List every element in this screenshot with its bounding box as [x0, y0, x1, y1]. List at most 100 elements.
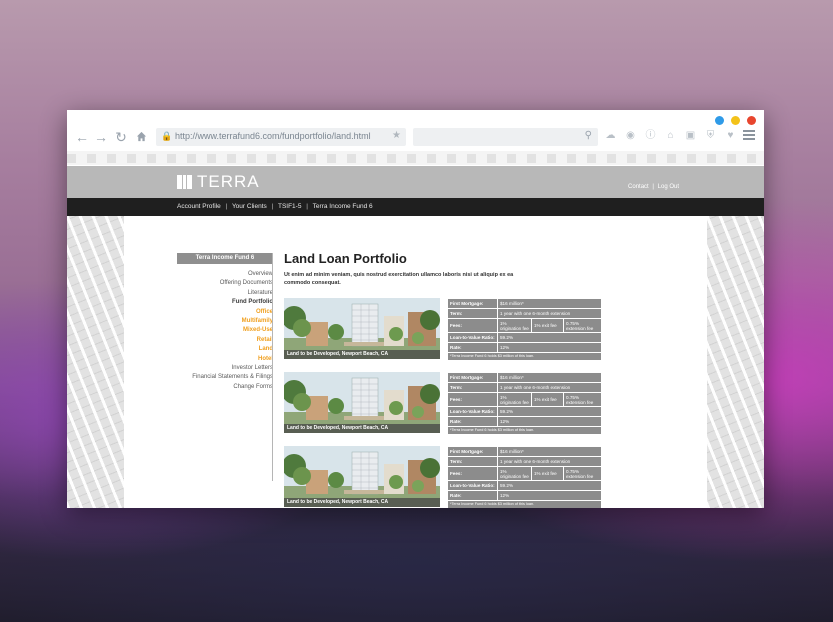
first-mortgage-label: First Mortgage: — [447, 298, 498, 309]
sidebar-item-hotel[interactable]: Hotel — [177, 355, 273, 364]
heart-icon[interactable]: ♥ — [724, 129, 737, 143]
term-label: Term: — [447, 456, 498, 467]
lock-icon: 🔒 — [161, 131, 173, 141]
sidebar-item-financial-statements-filings[interactable]: Financial Statements & Filings — [177, 373, 273, 382]
loan-image[interactable]: Land to be Developed, Newport Beach, CA — [284, 298, 440, 359]
loan-note: *Terra Income Fund 6 holds $3 million of… — [446, 500, 603, 508]
search-icon: ⚲ — [584, 130, 592, 141]
loan-image[interactable]: Land to be Developed, Newport Beach, CA — [284, 372, 440, 433]
nav-separator: | — [306, 203, 308, 210]
site-nav: Account Profile | Your Clients | TSIF1-5… — [67, 198, 764, 216]
browser-window: ← → ↻ 🔒 http://www.terrafund6.com/fundpo… — [67, 110, 764, 508]
sidebar-menu: Overview Offering Documents Literature Fund… — [177, 270, 273, 392]
search-bar[interactable]: ⚲ — [413, 128, 598, 146]
first-mortgage-label: First Mortgage: — [447, 372, 498, 383]
loan-caption: Land to be Developed, Newport Beach, CA — [284, 350, 440, 359]
table-row: Loan-to-Value Ratio: 59.2% — [447, 406, 603, 417]
first-mortgage-label: First Mortgage: — [447, 446, 498, 457]
home-icon[interactable] — [133, 128, 149, 146]
nav-terra-income-fund-6[interactable]: Terra Income Fund 6 — [313, 203, 373, 210]
reload-icon[interactable]: ↻ — [113, 128, 129, 146]
sidebar-item-fund-portfolio[interactable]: Fund Portfolio — [177, 298, 273, 307]
sidebar-item-retail[interactable]: Retail — [177, 336, 273, 345]
close-button[interactable] — [747, 116, 756, 125]
hamburger-menu-icon[interactable] — [743, 130, 755, 142]
logout-link[interactable]: Log Out — [658, 184, 679, 190]
rate-label: Rate: — [447, 416, 498, 427]
table-row: Rate: 12% — [447, 342, 603, 353]
tab-strip — [67, 151, 764, 165]
nav-separator: | — [225, 203, 228, 210]
loan-note: *Terra Income Fund 6 holds $3 million of… — [446, 426, 603, 435]
term-label: Term: — [447, 308, 498, 319]
rate-value: 12% — [496, 342, 603, 353]
fees-label: Fees: — [447, 318, 498, 333]
loan-card: Land to be Developed, Newport Beach, CA F… — [284, 298, 604, 361]
terra-logo[interactable]: TERRA — [177, 172, 260, 191]
sidebar-item-land[interactable]: Land — [177, 345, 273, 354]
sidebar-item-investor-letters[interactable]: Investor Letters — [177, 364, 273, 373]
origination-fee: 1% origination fee — [497, 318, 532, 333]
rate-value: 12% — [496, 490, 603, 501]
camera-icon[interactable]: ◉ — [624, 129, 637, 143]
minimize-button[interactable] — [715, 116, 724, 125]
url-text: http://www.terrafund6.com/fundportfolio/… — [175, 131, 371, 141]
table-row: Rate: 12% — [447, 416, 603, 427]
loan-terms-table: First Mortgage: $16 million* Term: 1 year w… — [446, 446, 603, 508]
ltv-value: 59.2% — [496, 332, 603, 343]
intro-text: Ut enim ad minim veniam, quis nostrud ex… — [284, 272, 514, 286]
decorative-pattern-right — [707, 216, 764, 508]
nav-account-profile[interactable]: Account Profile — [177, 203, 221, 210]
sidebar-item-multifamily[interactable]: Multifamily — [177, 317, 273, 326]
term-label: Term: — [447, 382, 498, 393]
back-arrow-icon[interactable]: ← — [74, 128, 90, 146]
rate-label: Rate: — [447, 342, 498, 353]
loan-caption: Land to be Developed, Newport Beach, CA — [284, 424, 440, 433]
loan-terms-table: First Mortgage: $16 million* Term: 1 year w… — [446, 372, 603, 435]
loan-card: Land to be Developed, Newport Beach, CA F… — [284, 446, 604, 508]
nav-tsif[interactable]: TSIF1-5 — [278, 203, 301, 210]
fees-label: Fees: — [447, 466, 498, 481]
forward-arrow-icon[interactable]: → — [93, 128, 109, 146]
rate-label: Rate: — [447, 490, 498, 501]
briefcase-icon[interactable]: ▣ — [684, 129, 697, 143]
origination-fee: 1% origination fee — [497, 392, 532, 407]
sidebar-item-literature[interactable]: Literature — [177, 289, 273, 298]
sidebar-item-mixed-use[interactable]: Mixed-Use — [177, 326, 273, 335]
term-value: 1 year with one 6-month extension — [496, 308, 603, 319]
exit-fee: 1% exit fee — [531, 392, 564, 407]
table-row: Fees: 1% origination fee 1% exit fee 0.75% … — [447, 392, 603, 407]
home-icon[interactable]: ⌂ — [664, 129, 677, 143]
sidebar-item-offering-documents[interactable]: Offering Documents — [177, 279, 273, 288]
contact-link[interactable]: Contact — [628, 184, 649, 190]
table-row: Term: 1 year with one 6-month extension — [447, 308, 603, 319]
ltv-value: 59.2% — [496, 480, 603, 491]
sidebar-item-change-forms[interactable]: Change Forms — [177, 383, 273, 392]
nav-your-clients[interactable]: Your Clients — [232, 203, 267, 210]
table-row: Loan-to-Value Ratio: 59.2% — [447, 480, 603, 491]
table-row: *Terra Income Fund 6 holds $3 million of… — [446, 500, 603, 508]
sidebar-item-overview[interactable]: Overview — [177, 270, 273, 279]
bookmark-star-icon[interactable]: ★ — [392, 130, 401, 141]
shield-icon[interactable]: ⛨ — [704, 129, 717, 143]
ltv-value: 59.2% — [496, 406, 603, 417]
logo-text: TERRA — [197, 172, 260, 191]
cloud-icon[interactable]: ☁ — [604, 129, 617, 143]
page-title: Land Loan Portfolio — [284, 251, 407, 266]
sidebar: Terra Income Fund 6 Overview Offering Doc… — [177, 253, 273, 392]
exit-fee: 1% exit fee — [531, 466, 564, 481]
table-row: First Mortgage: $16 million* — [447, 446, 603, 457]
content-area: Terra Income Fund 6 Overview Offering Doc… — [124, 216, 707, 508]
address-bar[interactable]: 🔒 http://www.terrafund6.com/fundportfoli… — [156, 128, 406, 146]
first-mortgage-value: $16 million* — [496, 372, 603, 383]
sidebar-item-office[interactable]: Office — [177, 308, 273, 317]
main-content: Land Loan Portfolio Ut enim ad minim ven… — [284, 251, 704, 508]
info-icon[interactable]: ⓘ — [644, 129, 657, 143]
header-links: Contact | Log Out — [628, 184, 679, 190]
sidebar-divider — [272, 253, 273, 481]
first-mortgage-value: $16 million* — [496, 446, 603, 457]
loan-image[interactable]: Land to be Developed, Newport Beach, CA — [284, 446, 440, 507]
term-value: 1 year with one 6-month extension — [496, 456, 603, 467]
maximize-button[interactable] — [731, 116, 740, 125]
table-row: Rate: 12% — [447, 490, 603, 501]
